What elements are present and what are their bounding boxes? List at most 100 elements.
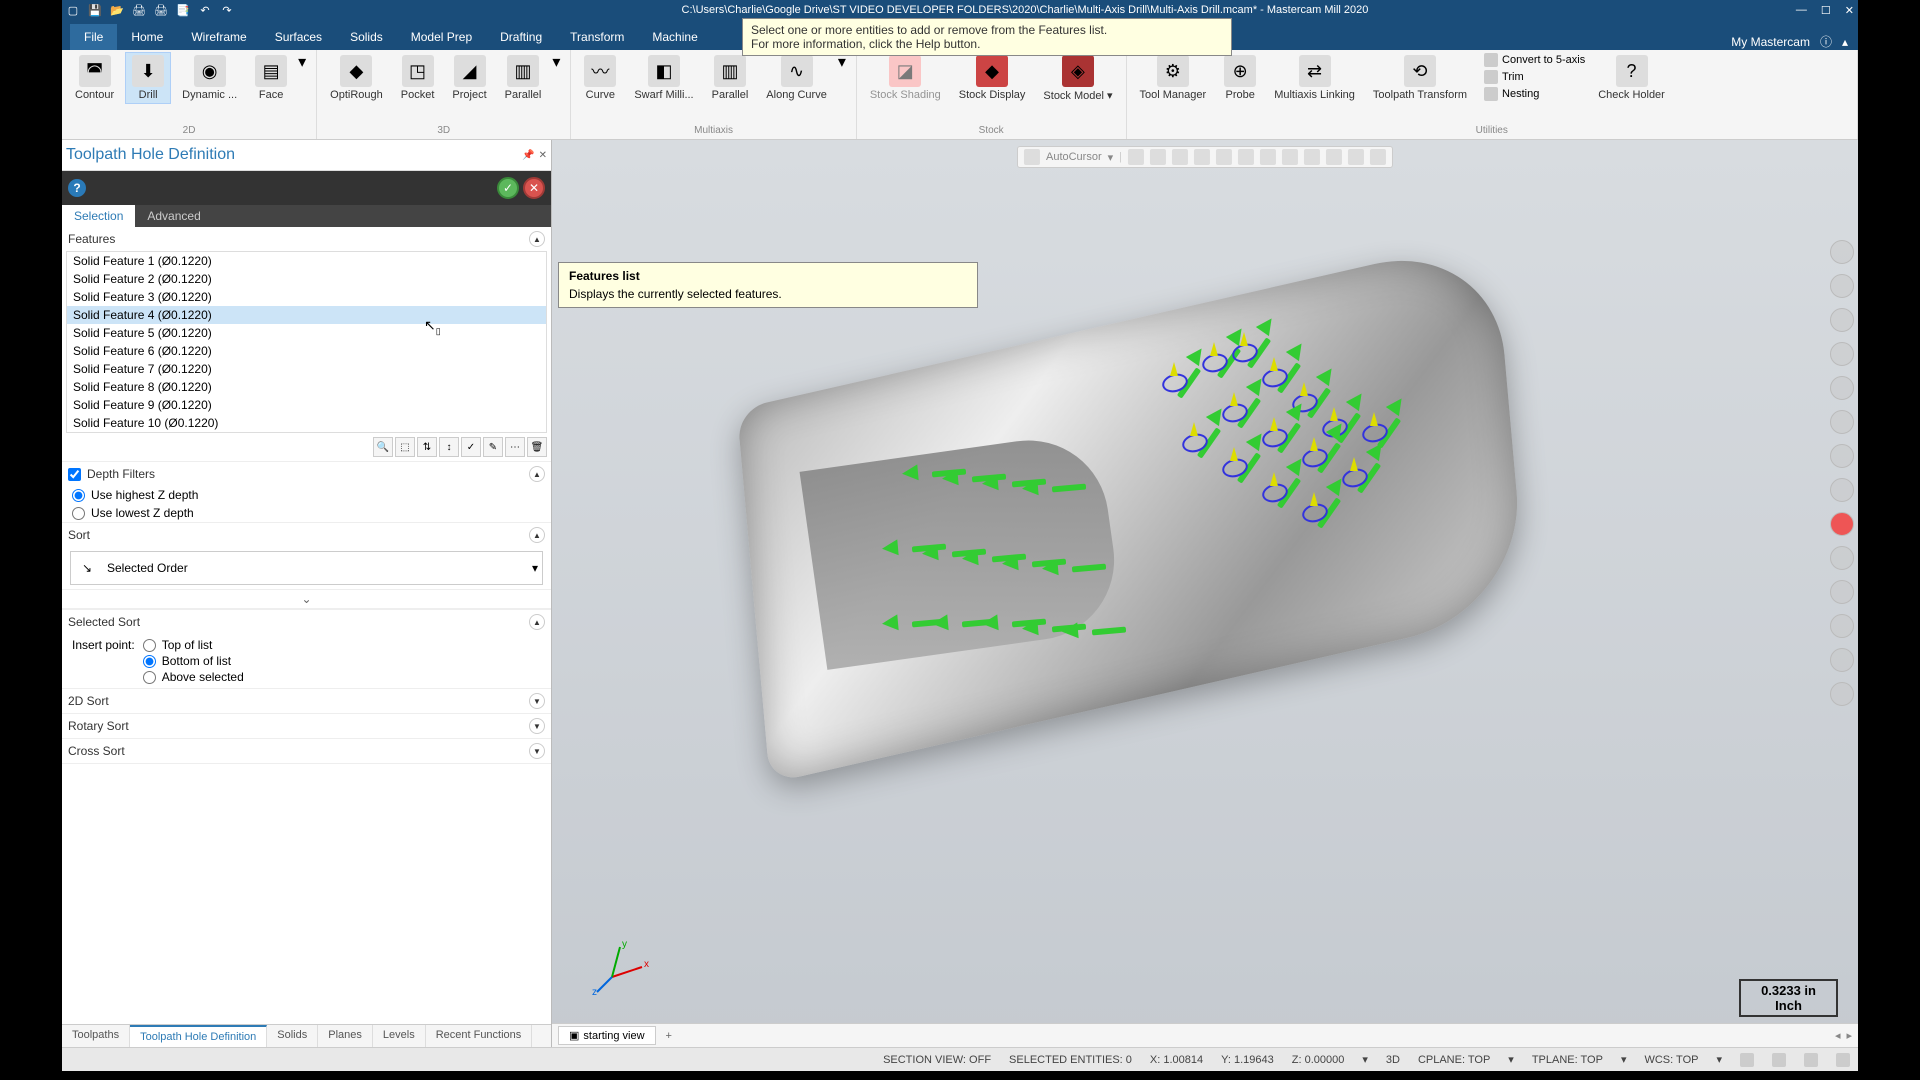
feature-item[interactable]: Solid Feature 4 (Ø0.1220) [67, 306, 546, 324]
stock-model-button[interactable]: ◈Stock Model ▾ [1036, 52, 1119, 105]
selected-sort-header[interactable]: Selected Sort ▲ [62, 610, 551, 634]
redo-icon[interactable]: ↷ [220, 3, 234, 17]
reverse-icon[interactable]: ↕ [439, 437, 459, 457]
contour-button[interactable]: ◚Contour [68, 52, 121, 104]
toolpath-transform-button[interactable]: ⟲Toolpath Transform [1366, 52, 1474, 104]
chevron-down-icon[interactable]: ▼ [529, 693, 545, 709]
vp-next-button[interactable]: ▸ [1846, 1029, 1852, 1042]
face-button[interactable]: ▤Face [248, 52, 294, 104]
view-bubble-14[interactable] [1830, 682, 1854, 706]
new-file-icon[interactable]: ▢ [66, 3, 80, 17]
vp-tool-3[interactable] [1172, 149, 1188, 165]
feature-item[interactable]: Solid Feature 2 (Ø0.1220) [67, 270, 546, 288]
tab-solids[interactable]: Solids [267, 1025, 318, 1047]
vp-tool-10[interactable] [1326, 149, 1342, 165]
tab-toolpaths[interactable]: Toolpaths [62, 1025, 130, 1047]
view-bubble-9[interactable] [1830, 512, 1854, 536]
vp-prev-button[interactable]: ◂ [1835, 1029, 1841, 1042]
convert-5axis-button[interactable]: Convert to 5-axis [1482, 52, 1587, 68]
maximize-button[interactable]: ☐ [1821, 4, 1831, 17]
view-bubble-8[interactable] [1830, 478, 1854, 502]
view-bubble-13[interactable] [1830, 648, 1854, 672]
tab-home[interactable]: Home [117, 24, 177, 50]
chevron-up-icon[interactable]: ▲ [529, 466, 545, 482]
vp-tool-2[interactable] [1150, 149, 1166, 165]
project-button[interactable]: ◢Project [445, 52, 493, 104]
open-icon[interactable]: 📂 [110, 3, 124, 17]
status-icon-3[interactable] [1804, 1053, 1818, 1067]
wcs-status[interactable]: WCS: TOP [1644, 1054, 1698, 1066]
view-bubble-10[interactable] [1830, 546, 1854, 570]
tab-hole-definition[interactable]: Toolpath Hole Definition [130, 1025, 267, 1047]
cursor-icon[interactable] [1024, 149, 1040, 165]
section-view-status[interactable]: SECTION VIEW: OFF [883, 1054, 991, 1066]
vp-tool-5[interactable] [1216, 149, 1232, 165]
tab-planes[interactable]: Planes [318, 1025, 373, 1047]
view-bubble-2[interactable] [1830, 274, 1854, 298]
sub-tab-selection[interactable]: Selection [62, 205, 135, 227]
drill-button[interactable]: ⬇Drill [125, 52, 171, 104]
print-icon[interactable]: 🖨 [132, 3, 146, 17]
bottom-of-list-radio[interactable] [143, 655, 156, 668]
view-bubble-6[interactable] [1830, 410, 1854, 434]
tool-manager-button[interactable]: ⚙Tool Manager [1133, 52, 1214, 104]
view-bubble-3[interactable] [1830, 308, 1854, 332]
view-bubble-12[interactable] [1830, 614, 1854, 638]
tab-surfaces[interactable]: Surfaces [261, 24, 336, 50]
chevron-up-icon[interactable]: ▲ [529, 527, 545, 543]
sort-2d-header[interactable]: 2D Sort ▼ [62, 689, 551, 713]
add-view-button[interactable]: + [658, 1028, 680, 1044]
status-icon-2[interactable] [1772, 1053, 1786, 1067]
depth-filters-header[interactable]: Depth Filters ▲ [62, 462, 551, 486]
copy-icon[interactable]: 📑 [176, 3, 190, 17]
tab-solids[interactable]: Solids [336, 24, 397, 50]
sort-select[interactable]: ↘ Selected Order ▾ [70, 551, 543, 585]
vp-tool-12[interactable] [1370, 149, 1386, 165]
top-of-list-radio[interactable] [143, 639, 156, 652]
autocursor-label[interactable]: AutoCursor [1046, 151, 1102, 163]
my-mastercam-link[interactable]: My Mastercam [1731, 35, 1810, 49]
view-bubble-1[interactable] [1830, 240, 1854, 264]
sub-tab-advanced[interactable]: Advanced [135, 205, 212, 227]
ok-button[interactable]: ✓ [497, 177, 519, 199]
vp-tab-starting-view[interactable]: ▣ starting view [558, 1026, 656, 1045]
feature-item[interactable]: Solid Feature 6 (Ø0.1220) [67, 342, 546, 360]
check-holder-button[interactable]: ?Check Holder [1591, 52, 1672, 104]
optirough-button[interactable]: ◆OptiRough [323, 52, 390, 104]
mode-3d[interactable]: 3D [1386, 1054, 1400, 1066]
tab-drafting[interactable]: Drafting [486, 24, 556, 50]
tab-transform[interactable]: Transform [556, 24, 638, 50]
vp-tool-8[interactable] [1282, 149, 1298, 165]
vp-tool-11[interactable] [1348, 149, 1364, 165]
help-icon[interactable]: ⓘ [1820, 33, 1832, 50]
along-curve-button[interactable]: ∿Along Curve [759, 52, 834, 104]
view-bubble-4[interactable] [1830, 342, 1854, 366]
vp-tool-4[interactable] [1194, 149, 1210, 165]
view-bubble-7[interactable] [1830, 444, 1854, 468]
multiaxis-linking-button[interactable]: ⇄Multiaxis Linking [1267, 52, 1362, 104]
trim-button[interactable]: Trim [1482, 69, 1587, 85]
parallel-3d-button[interactable]: ▥Parallel [498, 52, 549, 104]
status-icon-4[interactable] [1836, 1053, 1850, 1067]
ribbon-collapse-icon[interactable]: ▴ [1842, 35, 1848, 49]
feature-item[interactable]: Solid Feature 8 (Ø0.1220) [67, 378, 546, 396]
cancel-button[interactable]: ✕ [523, 177, 545, 199]
probe-button[interactable]: ⊕Probe [1217, 52, 1263, 104]
feature-item[interactable]: Solid Feature 9 (Ø0.1220) [67, 396, 546, 414]
tab-machine[interactable]: Machine [638, 24, 711, 50]
chevron-down-icon[interactable]: ▼ [529, 743, 545, 759]
edit-icon[interactable]: ✎ [483, 437, 503, 457]
print2-icon[interactable]: 🖨 [154, 3, 168, 17]
tab-recent-functions[interactable]: Recent Functions [426, 1025, 533, 1047]
tab-file[interactable]: File [70, 24, 117, 50]
view-bubble-5[interactable] [1830, 376, 1854, 400]
tab-model-prep[interactable]: Model Prep [397, 24, 486, 50]
swarf-button[interactable]: ◧Swarf Milli... [627, 52, 700, 104]
sort-header[interactable]: Sort ▲ [62, 523, 551, 547]
stock-display-button[interactable]: ◆Stock Display [952, 52, 1033, 104]
tab-wireframe[interactable]: Wireframe [177, 24, 260, 50]
expand-row[interactable]: ⌄ [62, 589, 551, 609]
select-icon[interactable]: ⬚ [395, 437, 415, 457]
pocket-button[interactable]: ◳Pocket [394, 52, 442, 104]
curve-button[interactable]: 〰Curve [577, 52, 623, 104]
